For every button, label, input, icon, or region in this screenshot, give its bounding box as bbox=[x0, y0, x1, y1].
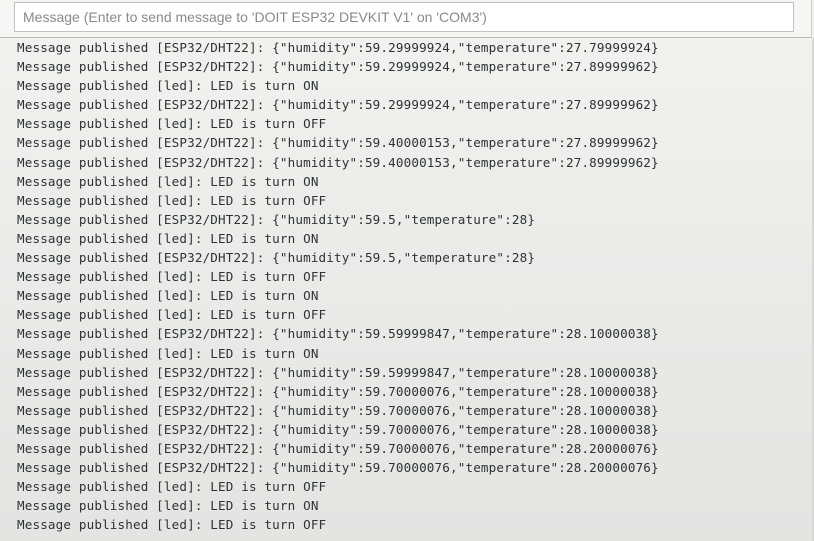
log-line: Message published [ESP32/DHT22]: {"humid… bbox=[17, 402, 659, 418]
log-line: Message published [ESP32/DHT22]: {"humid… bbox=[17, 97, 659, 113]
log-line: Message published [led]: LED is turn OFF bbox=[17, 479, 327, 495]
log-line: Message published [led]: LED is turn OFF bbox=[17, 517, 327, 533]
log-line: Message published [led]: LED is turn ON bbox=[17, 230, 319, 246]
log-line: Message published [ESP32/DHT22]: {"humid… bbox=[17, 250, 536, 266]
log-line: Message published [led]: LED is turn ON bbox=[17, 345, 319, 361]
log-line: Message published [led]: LED is turn ON bbox=[17, 78, 319, 94]
serial-monitor: Message published [ESP32/DHT22]: {"humid… bbox=[0, 0, 814, 541]
message-input-bar bbox=[0, 0, 812, 38]
log-line: Message published [led]: LED is turn OFF bbox=[17, 116, 327, 132]
message-input[interactable] bbox=[14, 2, 794, 32]
log-line: Message published [ESP32/DHT22]: {"humid… bbox=[17, 135, 659, 151]
log-line: Message published [led]: LED is turn OFF bbox=[17, 269, 327, 285]
log-line: Message published [ESP32/DHT22]: {"humid… bbox=[17, 326, 659, 342]
log-line: Message published [ESP32/DHT22]: {"humid… bbox=[17, 460, 659, 476]
log-line: Message published [led]: LED is turn OFF bbox=[17, 192, 327, 208]
log-line: Message published [led]: LED is turn OFF bbox=[17, 307, 327, 323]
log-line: Message published [ESP32/DHT22]: {"humid… bbox=[17, 40, 659, 55]
log-line: Message published [led]: LED is turn ON bbox=[17, 498, 319, 514]
log-line: Message published [led]: LED is turn ON bbox=[17, 173, 319, 189]
log-line: Message published [ESP32/DHT22]: {"humid… bbox=[17, 59, 659, 75]
log-line: Message published [ESP32/DHT22]: {"humid… bbox=[17, 154, 659, 170]
log-line: Message published [ESP32/DHT22]: {"humid… bbox=[17, 211, 536, 227]
log-line: Message published [ESP32/DHT22]: {"humid… bbox=[17, 383, 659, 399]
log-line: Message published [ESP32/DHT22]: {"humid… bbox=[17, 440, 659, 456]
log-line: Message published [ESP32/DHT22]: {"humid… bbox=[17, 421, 659, 437]
serial-output-log[interactable]: Message published [ESP32/DHT22]: {"humid… bbox=[17, 38, 807, 534]
log-line: Message published [led]: LED is turn ON bbox=[17, 288, 319, 304]
log-line: Message published [ESP32/DHT22]: {"humid… bbox=[17, 364, 659, 380]
